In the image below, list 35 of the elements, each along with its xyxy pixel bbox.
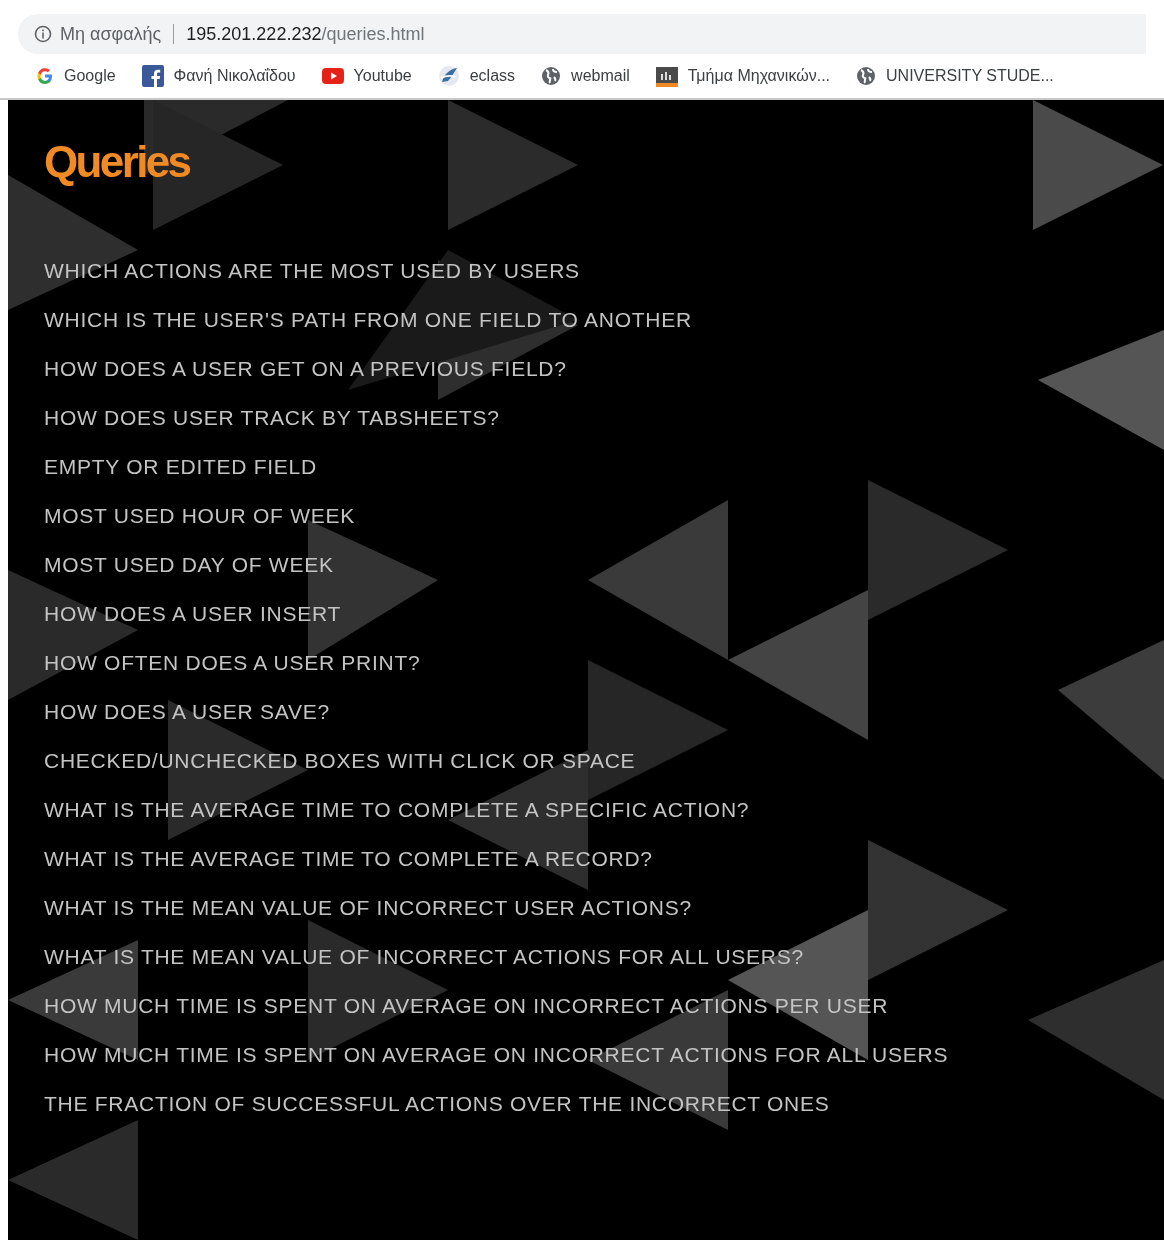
query-link[interactable]: WHICH IS THE USER'S PATH FROM ONE FIELD TO ANOTHER	[44, 305, 692, 335]
query-link[interactable]: WHAT IS THE MEAN VALUE OF INCORRECT ACTIONS FOR ALL USERS?	[44, 942, 804, 972]
security-label[interactable]: Μη ασφαλής	[60, 20, 162, 48]
bookmark-link[interactable]: Youtube	[321, 64, 412, 88]
query-link[interactable]: HOW DOES A USER SAVE?	[44, 697, 330, 727]
facebook-icon	[141, 65, 164, 87]
query-link[interactable]: HOW DOES A USER GET ON A PREVIOUS FIELD?	[44, 354, 567, 384]
video-play-icon	[321, 68, 344, 84]
query-link[interactable]: WHAT IS THE AVERAGE TIME TO COMPLETE A RECORD?	[44, 844, 653, 874]
bookmark-link[interactable]: UNIVERSITY STUDE...	[856, 64, 1054, 88]
url-text[interactable]: 195.201.222.232/queries.html	[186, 20, 425, 48]
leaf-logo-icon	[437, 65, 460, 87]
query-link[interactable]: WHAT IS THE MEAN VALUE OF INCORRECT USER ACTIONS?	[44, 893, 692, 923]
globe-icon	[541, 66, 562, 86]
page-title: Queries	[44, 136, 190, 188]
query-link[interactable]: HOW OFTEN DOES A USER PRINT?	[44, 648, 421, 678]
query-link[interactable]: HOW DOES A USER INSERT	[44, 599, 341, 629]
bookmark-link[interactable]: webmail	[541, 64, 630, 88]
bookmark-link[interactable]: Google	[36, 64, 116, 88]
query-link[interactable]: WHICH ACTIONS ARE THE MOST USED BY USERS	[44, 256, 580, 286]
query-link[interactable]: MOST USED HOUR OF WEEK	[44, 501, 355, 531]
query-link[interactable]: HOW DOES USER TRACK BY TABSHEETS?	[44, 403, 500, 433]
google-icon	[36, 67, 54, 85]
query-link[interactable]: MOST USED DAY OF WEEK	[44, 550, 334, 580]
query-link[interactable]: EMPTY OR EDITED FIELD	[44, 452, 317, 482]
bookmark-link[interactable]: Τμήμα Μηχανικών...	[655, 64, 831, 88]
bookmark-link[interactable]: eclass	[437, 64, 516, 88]
query-link[interactable]: WHAT IS THE AVERAGE TIME TO COMPLETE A SPECIFIC ACTION?	[44, 795, 750, 825]
query-link[interactable]: THE FRACTION OF SUCCESSFUL ACTIONS OVER THE INCORRECT ONES	[44, 1089, 830, 1119]
bar-chart-icon	[655, 65, 678, 87]
query-link[interactable]: CHECKED/UNCHECKED BOXES WITH CLICK OR SPACE	[44, 746, 636, 776]
bookmark-link[interactable]: Φανή Νικολαΐδου	[141, 64, 296, 88]
info-icon[interactable]	[34, 25, 52, 43]
query-link[interactable]: HOW MUCH TIME IS SPENT ON AVERAGE ON INCORRECT ACTIONS FOR ALL USERS	[44, 1040, 949, 1070]
globe-icon	[856, 66, 877, 86]
